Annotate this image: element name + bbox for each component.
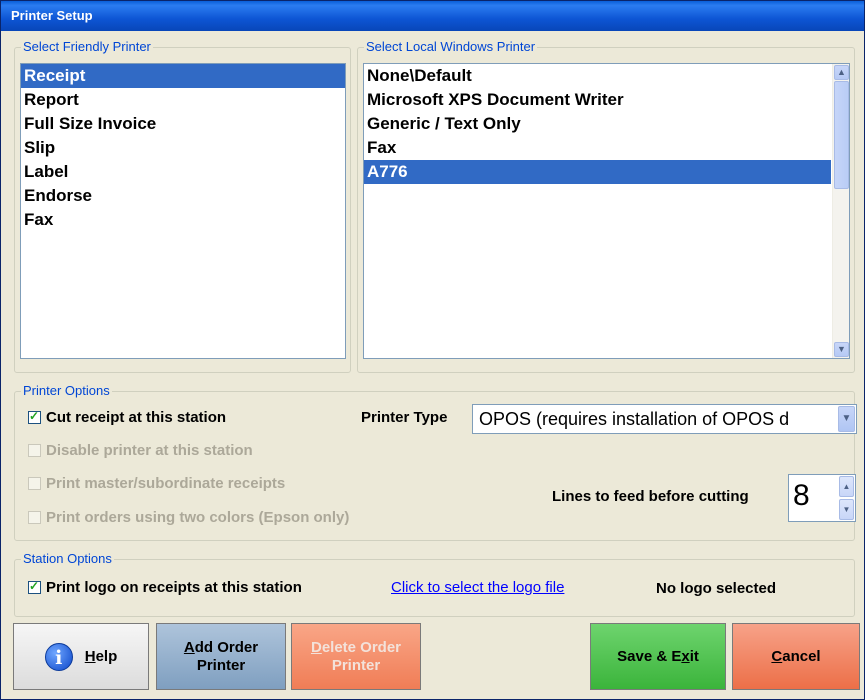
cut-receipt-label: Cut receipt at this station bbox=[46, 409, 227, 426]
two-colors-label: Print orders using two colors (Epson onl… bbox=[46, 509, 350, 526]
help-button[interactable]: i Help bbox=[13, 623, 149, 690]
lines-feed-value[interactable]: 8 bbox=[793, 477, 810, 515]
local-printer-scrollbar[interactable]: ▲ ▼ bbox=[832, 64, 849, 358]
logo-status-text: No logo selected bbox=[656, 580, 777, 597]
delete-order-printer-button: Delete Order Printer bbox=[291, 623, 421, 690]
info-icon: i bbox=[44, 642, 73, 671]
list-item[interactable]: Full Size Invoice bbox=[21, 112, 345, 136]
cancel-button[interactable]: Cancel bbox=[732, 623, 860, 690]
select-logo-link[interactable]: Click to select the logo file bbox=[391, 579, 564, 596]
spin-down-icon[interactable]: ▼ bbox=[839, 499, 854, 520]
disable-printer-label: Disable printer at this station bbox=[46, 442, 253, 459]
title-bar: Printer Setup bbox=[1, 1, 864, 31]
friendly-printer-legend: Select Friendly Printer bbox=[21, 39, 153, 55]
dialog-client: Select Friendly Printer Receipt Report F… bbox=[5, 31, 860, 697]
printer-setup-window: Printer Setup Select Friendly Printer Re… bbox=[0, 0, 865, 700]
add-order-printer-label: Add Order Printer bbox=[183, 638, 259, 674]
cancel-label: Cancel bbox=[771, 647, 821, 665]
local-printer-list[interactable]: None\Default Microsoft XPS Document Writ… bbox=[363, 63, 850, 359]
lines-feed-label: Lines to feed before cutting bbox=[552, 488, 749, 505]
list-item[interactable]: Fax bbox=[364, 136, 849, 160]
save-exit-button[interactable]: Save & Exit bbox=[590, 623, 726, 690]
list-item[interactable]: Receipt bbox=[21, 64, 345, 88]
checkbox-box bbox=[28, 444, 41, 457]
print-logo-checkbox[interactable]: ✓ Print logo on receipts at this station bbox=[28, 579, 302, 596]
friendly-printer-list[interactable]: Receipt Report Full Size Invoice Slip La… bbox=[20, 63, 346, 359]
checkbox-box[interactable]: ✓ bbox=[28, 409, 41, 424]
checkbox-box[interactable]: ✓ bbox=[28, 579, 41, 594]
printer-type-value: OPOS (requires installation of OPOS d bbox=[479, 409, 790, 429]
checkbox-box bbox=[28, 511, 41, 524]
printer-type-label: Printer Type bbox=[361, 409, 448, 426]
save-exit-label: Save & Exit bbox=[617, 647, 699, 665]
lines-feed-stepper[interactable]: 8 ▲ ▼ bbox=[788, 474, 856, 522]
printer-options-legend: Printer Options bbox=[21, 383, 112, 399]
list-item[interactable]: Generic / Text Only bbox=[364, 112, 849, 136]
master-subordinate-checkbox: Print master/subordinate receipts bbox=[28, 475, 285, 492]
master-subordinate-label: Print master/subordinate receipts bbox=[46, 475, 286, 492]
print-logo-label: Print logo on receipts at this station bbox=[46, 579, 302, 596]
checkmark-icon: ✓ bbox=[29, 579, 40, 593]
scroll-up-icon[interactable]: ▲ bbox=[834, 65, 849, 80]
scroll-thumb[interactable] bbox=[834, 81, 849, 189]
add-order-printer-button[interactable]: Add Order Printer bbox=[156, 623, 286, 690]
list-item[interactable]: Fax bbox=[21, 208, 345, 232]
list-item[interactable]: None\Default bbox=[364, 64, 849, 88]
checkmark-icon: ✓ bbox=[29, 409, 40, 423]
spin-up-icon[interactable]: ▲ bbox=[839, 476, 854, 497]
list-item[interactable]: Slip bbox=[21, 136, 345, 160]
two-colors-checkbox: Print orders using two colors (Epson onl… bbox=[28, 509, 349, 526]
list-item[interactable]: A776 bbox=[364, 160, 831, 184]
delete-order-printer-label: Delete Order Printer bbox=[310, 638, 402, 674]
list-item[interactable]: Microsoft XPS Document Writer bbox=[364, 88, 849, 112]
disable-printer-checkbox: Disable printer at this station bbox=[28, 442, 253, 459]
help-button-label: Help bbox=[84, 647, 118, 665]
printer-type-select[interactable]: OPOS (requires installation of OPOS d ▼ bbox=[472, 404, 857, 434]
list-item[interactable]: Endorse bbox=[21, 184, 345, 208]
cut-receipt-checkbox[interactable]: ✓ Cut receipt at this station bbox=[28, 409, 226, 426]
scroll-down-icon[interactable]: ▼ bbox=[834, 342, 849, 357]
chevron-down-icon[interactable]: ▼ bbox=[838, 406, 855, 432]
list-item[interactable]: Report bbox=[21, 88, 345, 112]
station-options-legend: Station Options bbox=[21, 551, 114, 567]
list-item[interactable]: Label bbox=[21, 160, 345, 184]
checkbox-box bbox=[28, 477, 41, 490]
local-printer-legend: Select Local Windows Printer bbox=[364, 39, 538, 55]
